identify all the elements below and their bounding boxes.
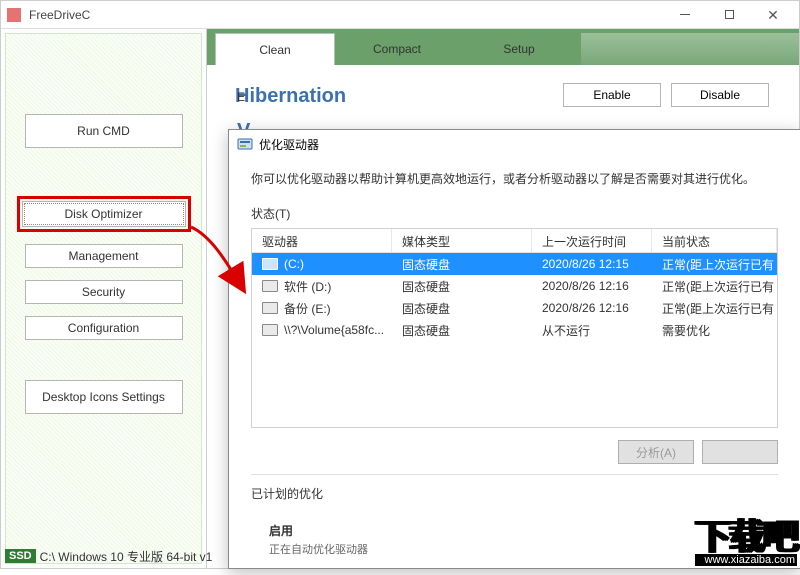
tab-clean[interactable]: Clean <box>215 33 335 65</box>
media-type: 固态硬盘 <box>392 278 532 295</box>
col-status[interactable]: 当前状态 <box>652 229 777 252</box>
drive-name: 备份 (E:) <box>284 300 331 317</box>
tab-compact[interactable]: Compact <box>337 33 457 65</box>
security-button[interactable]: Security <box>25 280 183 304</box>
status: 正常(距上次运行已有 1 天) <box>652 300 777 317</box>
drive-icon <box>262 258 278 270</box>
analyze-button[interactable]: 分析(A) <box>618 440 694 464</box>
disable-button[interactable]: Disable <box>671 83 769 107</box>
enable-button[interactable]: Enable <box>563 83 661 107</box>
disk-optimizer-highlight: Disk Optimizer <box>17 196 191 232</box>
configuration-button[interactable]: Configuration <box>25 316 183 340</box>
statusbar: SSD C:\ Windows 10 专业版 64-bit v1 <box>5 546 799 566</box>
table-row[interactable]: 备份 (E:) 固态硬盘2020/8/26 12:16正常(距上次运行已有 1 天… <box>252 297 777 319</box>
disk-optimizer-button[interactable]: Disk Optimizer <box>22 201 186 227</box>
hibernation-buttons: Enable Disable <box>563 83 769 107</box>
media-type: 固态硬盘 <box>392 300 532 317</box>
grid-header: 驱动器 媒体类型 上一次运行时间 当前状态 <box>252 229 777 253</box>
main-window: FreeDriveC ✕ Run CMD Disk Optimizer Mana… <box>0 0 800 569</box>
drive-icon <box>262 302 278 314</box>
sidebar: Run CMD Disk Optimizer Management Securi… <box>1 29 207 568</box>
tab-setup[interactable]: Setup <box>459 33 579 65</box>
media-type: 固态硬盘 <box>392 256 532 273</box>
optimize-drives-icon <box>237 136 253 152</box>
drive-name: (C:) <box>284 257 304 271</box>
run-cmd-button[interactable]: Run CMD <box>25 114 183 148</box>
table-row[interactable]: (C:) 固态硬盘2020/8/26 12:15正常(距上次运行已有 1 天) <box>252 253 777 275</box>
sidebar-panel: Run CMD Disk Optimizer Management Securi… <box>5 33 202 564</box>
dialog-buttons: 分析(A) <box>251 440 778 464</box>
ssd-badge: SSD <box>5 549 36 563</box>
window-controls: ✕ <box>663 1 795 29</box>
last-run: 从不运行 <box>532 322 652 339</box>
sched-enable: 启用 <box>269 522 766 539</box>
col-last[interactable]: 上一次运行时间 <box>532 229 652 252</box>
titlebar: FreeDriveC ✕ <box>1 1 799 29</box>
status: 需要优化 <box>652 322 777 339</box>
optimize-drives-dialog: 优化驱动器 你可以优化驱动器以帮助计算机更高效地运行，或者分析驱动器以了解是否需… <box>228 129 800 569</box>
drive-icon <box>262 324 278 336</box>
media-type: 固态硬盘 <box>392 322 532 339</box>
tabs-bar: Clean Compact Setup <box>207 29 799 65</box>
dialog-titlebar: 优化驱动器 <box>229 130 800 158</box>
last-run: 2020/8/26 12:16 <box>532 301 652 315</box>
separator <box>251 474 778 475</box>
status: 正常(距上次运行已有 1 天) <box>652 278 777 295</box>
col-media[interactable]: 媒体类型 <box>392 229 532 252</box>
dialog-body: 你可以优化驱动器以帮助计算机更高效地运行，或者分析驱动器以了解是否需要对其进行优… <box>229 158 800 575</box>
desktop-icons-button[interactable]: Desktop Icons Settings <box>25 380 183 414</box>
app-logo-icon <box>7 8 21 22</box>
minimize-button[interactable] <box>663 1 707 29</box>
management-button[interactable]: Management <box>25 244 183 268</box>
dialog-title: 优化驱动器 <box>259 136 319 153</box>
dialog-description: 你可以优化驱动器以帮助计算机更高效地运行，或者分析驱动器以了解是否需要对其进行优… <box>251 170 778 187</box>
drives-grid[interactable]: 驱动器 媒体类型 上一次运行时间 当前状态 (C:)固态硬盘2020/8/26 … <box>251 228 778 428</box>
drive-name: 软件 (D:) <box>284 278 331 295</box>
close-button[interactable]: ✕ <box>751 1 795 29</box>
table-row[interactable]: \\?\Volume{a58fc... 固态硬盘从不运行需要优化 <box>252 319 777 341</box>
drive-icon <box>262 280 278 292</box>
state-label: 状态(T) <box>251 205 778 222</box>
last-run: 2020/8/26 12:15 <box>532 257 652 271</box>
status: 正常(距上次运行已有 1 天) <box>652 256 777 273</box>
last-run: 2020/8/26 12:16 <box>532 279 652 293</box>
scheduled-title: 已计划的优化 <box>251 485 778 502</box>
optimize-button[interactable] <box>702 440 778 464</box>
grid-rows: (C:)固态硬盘2020/8/26 12:15正常(距上次运行已有 1 天)软件… <box>252 253 777 341</box>
status-text: C:\ Windows 10 专业版 64-bit v1 <box>40 548 213 565</box>
maximize-button[interactable] <box>707 1 751 29</box>
table-row[interactable]: 软件 (D:) 固态硬盘2020/8/26 12:16正常(距上次运行已有 1 天… <box>252 275 777 297</box>
col-drive[interactable]: 驱动器 <box>252 229 392 252</box>
drive-name: \\?\Volume{a58fc... <box>284 323 384 337</box>
window-title: FreeDriveC <box>29 8 663 22</box>
